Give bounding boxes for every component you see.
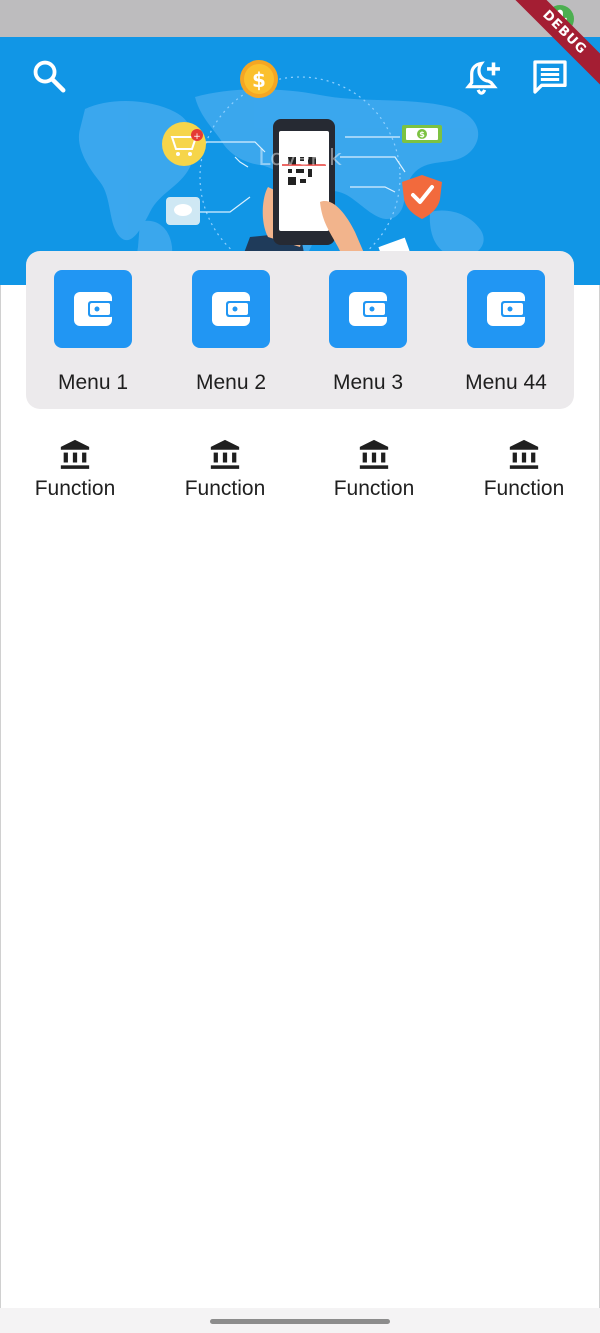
wallet-icon — [329, 270, 407, 348]
menu-label: Menu 1 — [57, 371, 129, 394]
function-label: Function — [34, 477, 116, 500]
menu-label: Menu 3 — [332, 371, 404, 394]
notification-add-icon[interactable] — [462, 57, 504, 97]
wallet-icon — [192, 270, 270, 348]
search-icon[interactable] — [30, 57, 68, 95]
function-label: Function — [333, 477, 415, 500]
function-item-1[interactable]: Function — [0, 430, 150, 510]
home-indicator[interactable] — [210, 1319, 390, 1324]
wallet-icon — [54, 270, 132, 348]
menu-label: Menu 2 — [195, 371, 267, 394]
menu-item-1[interactable]: Menu 1 — [38, 270, 148, 394]
banner-illustration: $ + $ LovePik — [78, 60, 484, 285]
function-item-2[interactable]: Function — [150, 430, 300, 510]
function-item-4[interactable]: Function — [449, 430, 599, 510]
function-row: Function Function Function Function — [0, 430, 600, 510]
menu-item-2[interactable]: Menu 2 — [176, 270, 286, 394]
svg-text:$: $ — [419, 130, 425, 139]
svg-text:$: $ — [252, 68, 266, 92]
header-banner: $ + $ LovePik — [0, 37, 600, 285]
wallet-icon — [467, 270, 545, 348]
menu-card: Menu 1 Menu 2 Menu 3 Menu 44 — [26, 251, 574, 409]
function-label: Function — [483, 477, 565, 500]
menu-item-4[interactable]: Menu 44 — [451, 270, 561, 394]
menu-label: Menu 44 — [465, 371, 547, 394]
bottom-navigation-bar — [0, 1308, 600, 1333]
left-edge-divider — [0, 285, 1, 1308]
bank-icon — [359, 439, 389, 469]
svg-text:+: + — [193, 132, 201, 142]
status-bar — [0, 0, 600, 37]
function-item-3[interactable]: Function — [299, 430, 449, 510]
watermark-text: LovePik — [258, 146, 342, 171]
function-label: Function — [184, 477, 266, 500]
bank-icon — [210, 439, 240, 469]
menu-item-3[interactable]: Menu 3 — [313, 270, 423, 394]
bank-icon — [60, 439, 90, 469]
message-icon[interactable] — [530, 57, 570, 97]
bank-icon — [509, 439, 539, 469]
